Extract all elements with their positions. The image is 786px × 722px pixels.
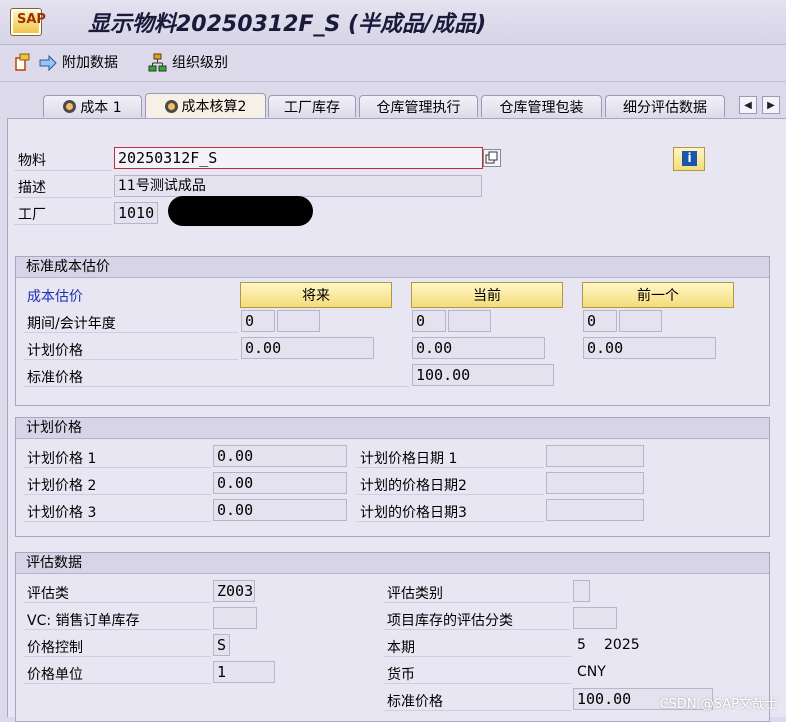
planned-price-date-3-label: 计划的价格日期3 [360,505,467,521]
org-levels-label: 组织级别 [172,55,228,71]
period-fiscal-year-label: 期间/会计年度 [27,316,116,332]
std-price-label: 标准价格 [27,370,83,386]
current-planned-price-field: 0.00 [412,337,545,359]
tab-label: 工厂库存 [284,99,340,116]
redaction-mark [168,196,313,226]
current-button[interactable]: 当前 [411,282,563,308]
tab-label: 仓库管理包装 [499,99,584,116]
planned-price-date-3-field [546,499,644,521]
info-button[interactable]: i [673,147,705,171]
planned-price-date-1-label: 计划价格日期 1 [360,451,458,467]
price-control-field: S [213,634,230,656]
application-toolbar: 附加数据 组织级别 [0,45,786,82]
planned-price-date-2-field [546,472,644,494]
vc-sales-order-stock-field [213,607,257,629]
planned-price-3-field: 0.00 [213,499,347,521]
project-stock-valuation-field [573,607,617,629]
future-year-field [277,310,320,332]
gear-icon [63,100,77,113]
group-title: 计划价格 [16,418,769,439]
planned-price-3-label: 计划价格 3 [27,505,97,521]
sap-app-icon: SAP [10,8,46,36]
price-control-label: 价格控制 [27,640,83,656]
plant-field: 1010 [114,202,158,224]
copy-icon[interactable] [483,149,501,167]
tab-cost-1[interactable]: 成本 1 [43,95,142,117]
material-label: 物料 [18,153,46,169]
std-price-field: 100.00 [412,364,554,386]
tab-split-valuation[interactable]: 细分评估数据 [605,95,725,117]
tab-label: 仓库管理执行 [376,99,461,116]
tab-cost-2[interactable]: 成本核算2 [145,93,266,118]
gear-icon [164,99,178,113]
material-field[interactable]: 20250312F_S [114,147,483,169]
planned-price-1-field: 0.00 [213,445,347,467]
currency-value: CNY [577,664,606,680]
planned-price-label: 计划价格 [27,343,83,359]
additional-data-icon [14,53,32,71]
plant-label: 工厂 [18,207,46,223]
watermark: CSDN @SAP文哉士 [659,697,778,712]
valuation-std-price-label: 标准价格 [387,694,443,710]
additional-data-label: 附加数据 [62,55,118,71]
tab-scroll-right-icon[interactable]: ▶ [762,96,780,114]
current-period-label: 本期 [387,640,415,656]
tab-scroll-left-icon[interactable]: ◀ [739,96,757,114]
price-unit-label: 价格单位 [27,667,83,683]
planned-price-date-2-label: 计划的价格日期2 [360,478,467,494]
description-label: 描述 [18,180,46,196]
currency-label: 货币 [387,667,415,683]
planned-price-1-label: 计划价格 1 [27,451,97,467]
valuation-class-field: Z003 [213,580,255,602]
previous-year-field [619,310,662,332]
future-period-field: 0 [241,310,275,332]
previous-planned-price-field: 0.00 [583,337,716,359]
tab-strip: 成本 1 成本核算2 工厂库存 仓库管理执行 仓库管理包装 细分评估数据 ◀ ▶ [0,92,786,118]
planned-price-2-field: 0.00 [213,472,347,494]
current-year-field [448,310,491,332]
current-period-field: 0 [412,310,446,332]
valuation-category-label: 评估类别 [387,586,443,602]
price-unit-field: 1 [213,661,275,683]
project-stock-valuation-label: 项目库存的评估分类 [387,613,513,629]
org-levels-button[interactable]: 组织级别 [148,52,228,72]
info-icon: i [682,151,697,166]
planned-price-2-label: 计划价格 2 [27,478,97,494]
tab-label: 细分评估数据 [623,99,707,116]
vc-sales-order-stock-label: VC: 销售订单库存 [27,613,140,629]
current-year-value: 2025 [604,637,640,653]
additional-data-button[interactable]: 附加数据 [14,52,118,72]
valuation-category-field [573,580,590,602]
planned-price-date-1-field [546,445,644,467]
future-planned-price-field: 0.00 [241,337,374,359]
tab-label: 成本核算2 [181,99,247,115]
future-button[interactable]: 将来 [240,282,392,308]
previous-button[interactable]: 前一个 [582,282,734,308]
group-title: 评估数据 [16,553,769,574]
current-period-value: 5 [577,637,586,653]
title-bar: SAP 显示物料20250312F_S (半成品/成品) [0,0,786,45]
tab-wm-execution[interactable]: 仓库管理执行 [359,95,478,117]
tab-wm-packaging[interactable]: 仓库管理包装 [481,95,602,117]
app-icon-text: SAP [17,12,46,27]
previous-period-field: 0 [583,310,617,332]
tab-label: 成本 1 [80,99,122,116]
cost-estimate-label: 成本估价 [27,289,83,305]
tab-plant-stock[interactable]: 工厂库存 [268,95,356,117]
arrow-right-icon [38,53,57,72]
window-title: 显示物料20250312F_S (半成品/成品) [88,12,487,37]
description-field: 11号测试成品 [114,175,482,197]
valuation-class-label: 评估类 [27,586,69,602]
group-title: 标准成本估价 [16,257,769,278]
org-hierarchy-icon [148,53,167,72]
